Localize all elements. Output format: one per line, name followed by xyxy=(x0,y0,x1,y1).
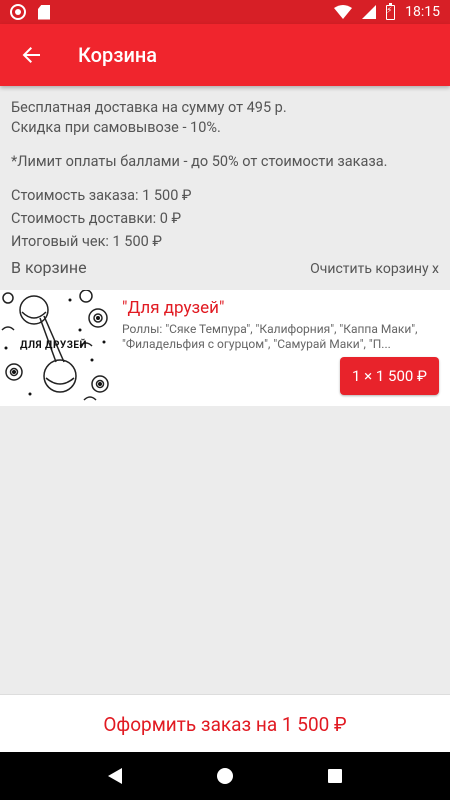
cart-item[interactable]: ДЛЯ ДРУЗЕЙ "Для друзей" Роллы: "Сяке Тем… xyxy=(0,290,450,406)
nav-back-icon[interactable] xyxy=(107,768,122,784)
screen-record-icon xyxy=(10,4,26,20)
clear-cart-button[interactable]: Очистить корзину х xyxy=(310,261,439,277)
cart-label: В корзине xyxy=(11,258,87,277)
order-cost: Стоимость заказа: 1 500 ₽ xyxy=(11,187,192,204)
item-description: Роллы: "Сяке Темпура", "Калифорния", "Ка… xyxy=(122,322,418,351)
back-button[interactable] xyxy=(0,24,64,86)
product-image: ДЛЯ ДРУЗЕЙ xyxy=(0,290,112,406)
nav-recents-icon[interactable] xyxy=(328,769,343,783)
pickup-discount-info: Скидка при самовывозе - 10%. xyxy=(11,119,221,136)
checkout-button[interactable]: Оформить заказ на 1 500 ₽ xyxy=(0,694,450,753)
quantity-price-button[interactable]: 1 × 1 500 ₽ xyxy=(340,357,439,395)
wifi-icon xyxy=(334,5,353,19)
page-title: Корзина xyxy=(78,43,158,67)
cart-item-body: "Для друзей" Роллы: "Сяке Темпура", "Кал… xyxy=(112,290,450,406)
battery-icon xyxy=(386,2,396,20)
delivery-cost: Стоимость доставки: 0 ₽ xyxy=(11,210,182,227)
delivery-info: Бесплатная доставка на сумму от 495 р. xyxy=(11,99,287,116)
product-image-caption: ДЛЯ ДРУЗЕЙ xyxy=(20,340,88,351)
clock: 18:15 xyxy=(405,4,440,20)
total-cost: Итоговый чек: 1 500 ₽ xyxy=(11,233,162,250)
points-limit-info: *Лимит оплаты баллами - до 50% от стоимо… xyxy=(11,153,388,170)
arrow-left-icon xyxy=(22,47,40,63)
nav-home-icon[interactable] xyxy=(216,768,233,784)
sd-card-icon xyxy=(38,4,50,20)
item-name: "Для друзей" xyxy=(122,298,225,318)
cart-info: Бесплатная доставка на сумму от 495 р. С… xyxy=(11,98,440,252)
status-bar: 18:15 xyxy=(0,0,450,24)
app-bar: Корзина xyxy=(0,24,450,86)
system-nav-bar xyxy=(0,752,450,800)
cart-header: В корзине Очистить корзину х xyxy=(11,258,439,277)
signal-icon xyxy=(362,5,377,19)
